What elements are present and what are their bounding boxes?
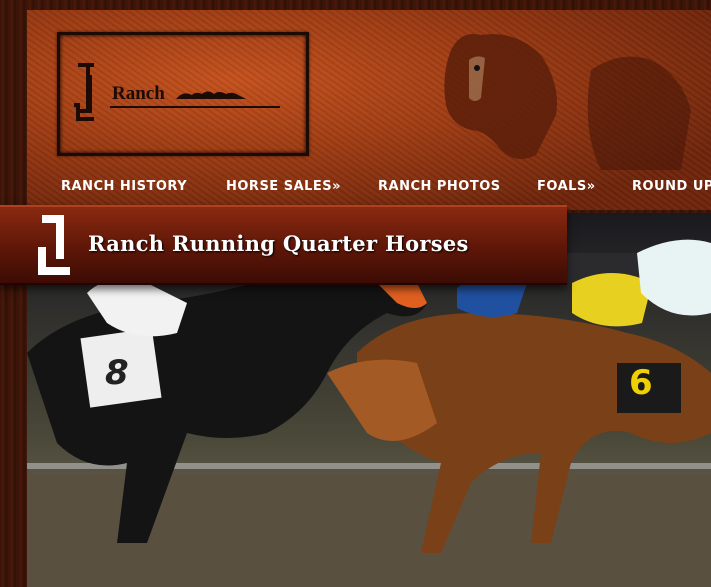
main-nav: RANCH HISTORY HORSE SALES» RANCH PHOTOS … bbox=[27, 172, 711, 200]
jl-brand-icon bbox=[38, 215, 70, 275]
saddle-number-8: 8 bbox=[105, 353, 129, 393]
nav-item-horse-sales[interactable]: HORSE SALES» bbox=[226, 179, 341, 194]
page-title: Ranch Running Quarter Horses bbox=[88, 231, 469, 256]
site-logo[interactable]: Ranch bbox=[57, 32, 309, 156]
site-header: Ranch RANCH HISTORY HORSE SALES» RANCH P… bbox=[27, 10, 711, 210]
jl-brand-logo-icon bbox=[74, 63, 280, 121]
logo-text: Ranch bbox=[112, 83, 165, 104]
nav-item-round-up[interactable]: ROUND UP bbox=[632, 179, 711, 194]
saddle-number-6: 6 bbox=[629, 363, 653, 403]
nav-item-ranch-history[interactable]: RANCH HISTORY bbox=[61, 179, 187, 194]
page-title-banner: Ranch Running Quarter Horses bbox=[0, 205, 567, 285]
nav-item-ranch-photos[interactable]: RANCH PHOTOS bbox=[378, 179, 501, 194]
nav-item-foals[interactable]: FOALS» bbox=[537, 179, 596, 194]
